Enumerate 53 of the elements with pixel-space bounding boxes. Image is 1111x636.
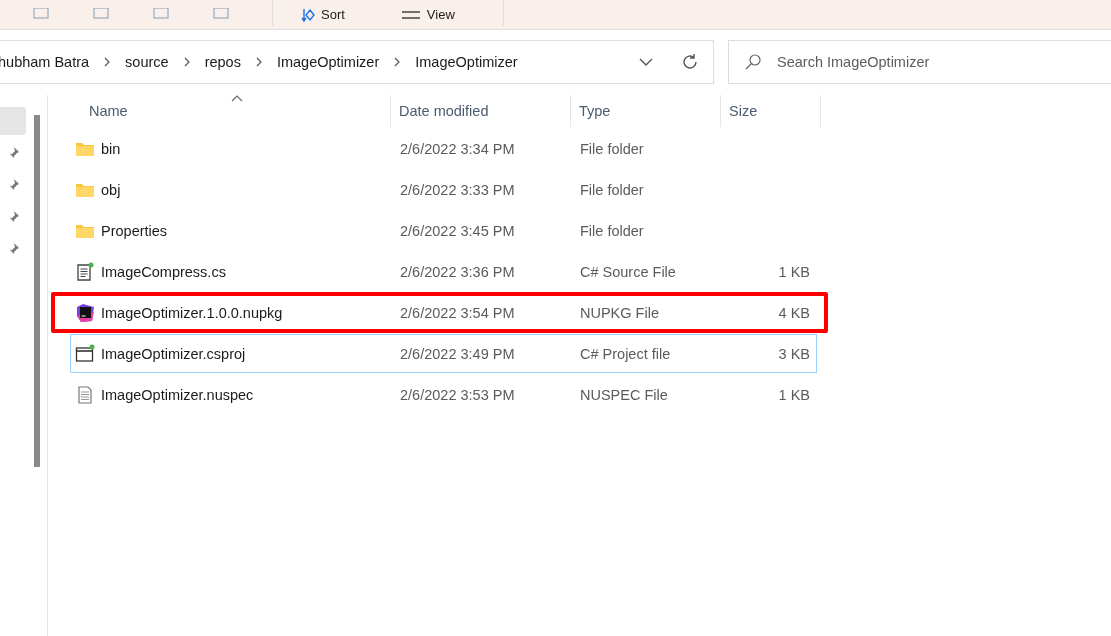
size-cell-text: 4 KB	[777, 304, 811, 321]
size-cell-text: 1 KB	[777, 386, 811, 403]
file-row[interactable]: obj 2/6/2022 3:33 PM File folder	[70, 170, 817, 209]
file-name: ImageOptimizer.nuspec	[101, 386, 254, 403]
file-name: bin	[101, 140, 121, 157]
file-row[interactable]: ImageCompress.cs 2/6/2022 3:36 PM C# Source File 1 KB	[70, 252, 817, 291]
date-cell-text: 2/6/2022 3:34 PM	[399, 140, 516, 157]
type-cell-text: File folder	[579, 222, 645, 239]
date-cell-text: 2/6/2022 3:36 PM	[399, 263, 516, 280]
sort-icon	[301, 7, 315, 22]
search-icon	[744, 53, 762, 71]
code-file-icon	[75, 261, 95, 282]
lines-icon	[400, 9, 421, 20]
sort-caret-icon	[231, 94, 243, 102]
column-header[interactable]: Name	[70, 95, 391, 127]
date-cell-text: 2/6/2022 3:33 PM	[399, 181, 516, 198]
size-cell-text: 1 KB	[777, 263, 811, 280]
search-field[interactable]: Search ImageOptimizer	[728, 40, 1111, 84]
type-cell-text: C# Source File	[579, 263, 677, 280]
app-icon	[75, 302, 95, 323]
breadcrumb[interactable]: repos	[204, 54, 241, 70]
date-cell-text: 2/6/2022 3:45 PM	[399, 222, 516, 239]
type-cell-text: C# Project file	[579, 345, 672, 362]
date-cell-text: 2/6/2022 3:54 PM	[399, 304, 516, 321]
type-cell-text: File folder	[579, 140, 645, 157]
file-name: ImageOptimizer.1.0.0.nupkg	[101, 304, 283, 321]
toolbar-button[interactable]: View	[392, 3, 463, 26]
type-cell-text: NUPKG File	[579, 304, 660, 321]
refresh-icon[interactable]	[681, 53, 699, 71]
breadcrumb[interactable]: source	[125, 54, 169, 70]
size-cell-text: 3 KB	[777, 345, 811, 362]
breadcrumb[interactable]: ImageOptimizer	[415, 54, 518, 70]
file-row[interactable]: ImageOptimizer.nuspec 2/6/2022 3:53 PM NUSPEC File 1 KB	[70, 375, 817, 414]
column-header[interactable]: Date modified	[391, 95, 571, 127]
file-row[interactable]: Properties 2/6/2022 3:45 PM File folder	[70, 211, 817, 250]
column-header[interactable]: Type	[571, 95, 721, 127]
file-name: Properties	[101, 222, 168, 239]
text-file-icon	[75, 384, 95, 405]
file-row[interactable]: ImageOptimizer.csproj 2/6/2022 3:49 PM C# Project file 3 KB	[70, 334, 817, 373]
date-cell-text: 2/6/2022 3:53 PM	[399, 386, 516, 403]
file-name: ImageOptimizer.csproj	[101, 345, 246, 362]
toolbar-button[interactable]: Sort	[293, 3, 353, 26]
type-cell-text: NUSPEC File	[579, 386, 669, 403]
date-cell-text: 2/6/2022 3:49 PM	[399, 345, 516, 362]
breadcrumb[interactable]: ImageOptimizer	[276, 54, 380, 70]
column-header[interactable]: Size	[721, 95, 821, 127]
file-name: ImageCompress.cs	[101, 263, 226, 280]
file-row[interactable]: ImageOptimizer.1.0.0.nupkg 2/6/2022 3:54 PM NUPKG File 4 KB	[70, 293, 817, 332]
scrollbar[interactable]	[34, 115, 40, 467]
file-name: obj	[101, 181, 121, 198]
window-file-icon	[75, 343, 95, 364]
type-cell-text: File folder	[579, 181, 645, 198]
file-row[interactable]: bin 2/6/2022 3:34 PM File folder	[70, 129, 817, 168]
